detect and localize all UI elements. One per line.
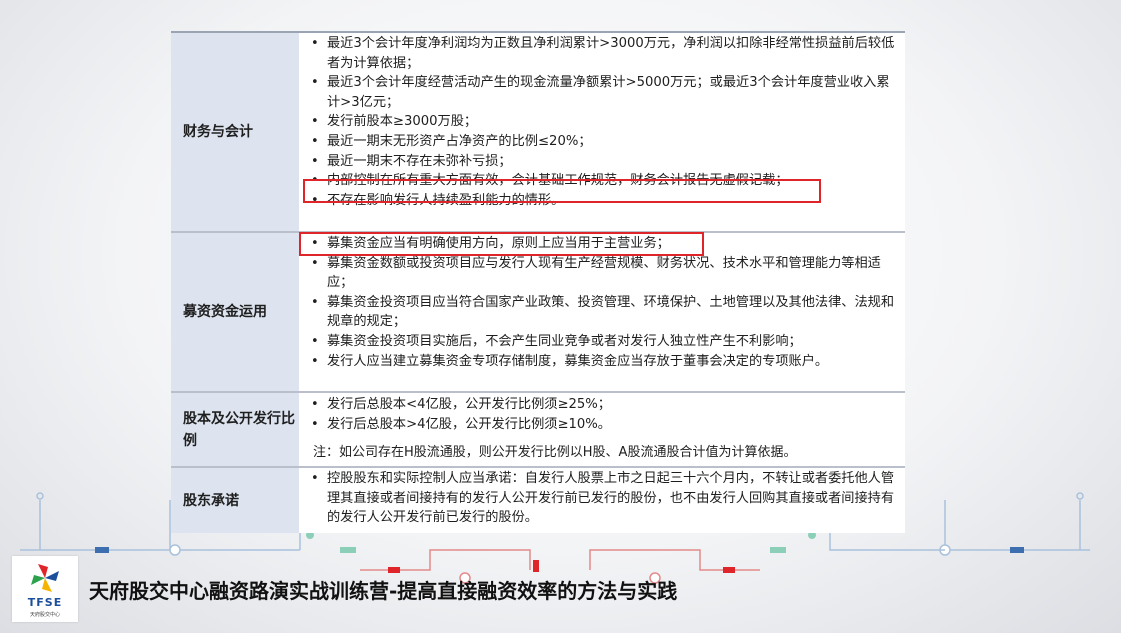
list-item: 最近一期末不存在未弥补亏损； (301, 152, 905, 172)
row-category: 财务与会计 (171, 33, 299, 231)
list-item: 不存在影响发行人持续盈利能力的情形。 (301, 191, 905, 211)
logo-text: TFSE (27, 596, 63, 609)
table-row-fund-usage: 募资资金运用 募集资金应当有明确使用方向，原则上应当用于主营业务； 募集资金数额… (171, 233, 905, 393)
list-item: 最近3个会计年度净利润均为正数且净利润累计>3000万元，净利润以扣除非经常性损… (301, 34, 905, 73)
table-row-finance: 财务与会计 最近3个会计年度净利润均为正数且净利润累计>3000万元，净利润以扣… (171, 33, 905, 233)
table-row-shareholder-commitment: 股东承诺 控股股东和实际控制人应当承诺：自发行人股票上市之日起三十六个月内，不转… (171, 468, 905, 533)
requirement-list: 最近3个会计年度净利润均为正数且净利润累计>3000万元，净利润以扣除非经常性损… (301, 34, 905, 210)
list-item: 发行后总股本<4亿股，公开发行比例须≥25%； (301, 395, 905, 415)
tfse-logo: TFSE 天府股交中心 (12, 556, 78, 622)
requirements-table: 财务与会计 最近3个会计年度净利润均为正数且净利润累计>3000万元，净利润以扣… (171, 31, 905, 533)
requirement-list: 控股股东和实际控制人应当承诺：自发行人股票上市之日起三十六个月内，不转让或者委托… (301, 469, 905, 528)
list-item: 募集资金数额或投资项目应与发行人现有生产经营规模、财务状况、技术水平和管理能力等… (301, 254, 905, 293)
requirement-list: 发行后总股本<4亿股，公开发行比例须≥25%； 发行后总股本>4亿股，公开发行比… (301, 395, 905, 434)
slide: 财务与会计 最近3个会计年度净利润均为正数且净利润累计>3000万元，净利润以扣… (0, 0, 1121, 633)
list-item: 募集资金投资项目应当符合国家产业政策、投资管理、环境保护、土地管理以及其他法律、… (301, 293, 905, 332)
table-row-share-capital: 股本及公开发行比例 发行后总股本<4亿股，公开发行比例须≥25%； 发行后总股本… (171, 393, 905, 468)
list-item: 最近一期末无形资产占净资产的比例≤20%； (301, 132, 905, 152)
row-category: 募资资金运用 (171, 233, 299, 391)
footer: TFSE 天府股交中心 天府股交中心融资路演实战训练营-提高直接融资效率的方法与… (12, 556, 677, 622)
pinwheel-icon (31, 564, 59, 592)
list-item: 募集资金应当有明确使用方向，原则上应当用于主营业务； (301, 234, 905, 254)
list-item: 发行前股本≥3000万股； (301, 112, 905, 132)
requirement-list: 募集资金应当有明确使用方向，原则上应当用于主营业务； 募集资金数额或投资项目应与… (301, 234, 905, 371)
logo-subtext: 天府股交中心 (29, 612, 60, 618)
footer-title: 天府股交中心融资路演实战训练营-提高直接融资效率的方法与实践 (89, 578, 678, 603)
list-item: 控股股东和实际控制人应当承诺：自发行人股票上市之日起三十六个月内，不转让或者委托… (301, 469, 905, 528)
table-note: 注：如公司存在H股流通股，则公开发行比例以H股、A股流通股合计值为计算依据。 (313, 445, 797, 461)
list-item: 募集资金投资项目实施后，不会产生同业竞争或者对发行人独立性产生不利影响； (301, 332, 905, 352)
list-item: 发行后总股本>4亿股，公开发行比例须≥10%。 (301, 415, 905, 435)
list-item: 内部控制在所有重大方面有效，会计基础工作规范，财务会计报告无虚假记载； (301, 171, 905, 191)
list-item: 发行人应当建立募集资金专项存储制度，募集资金应当存放于董事会决定的专项账户。 (301, 352, 905, 372)
list-item: 最近3个会计年度经营活动产生的现金流量净额累计>5000万元；或最近3个会计年度… (301, 73, 905, 112)
row-category: 股东承诺 (171, 468, 299, 533)
row-category: 股本及公开发行比例 (171, 393, 299, 466)
